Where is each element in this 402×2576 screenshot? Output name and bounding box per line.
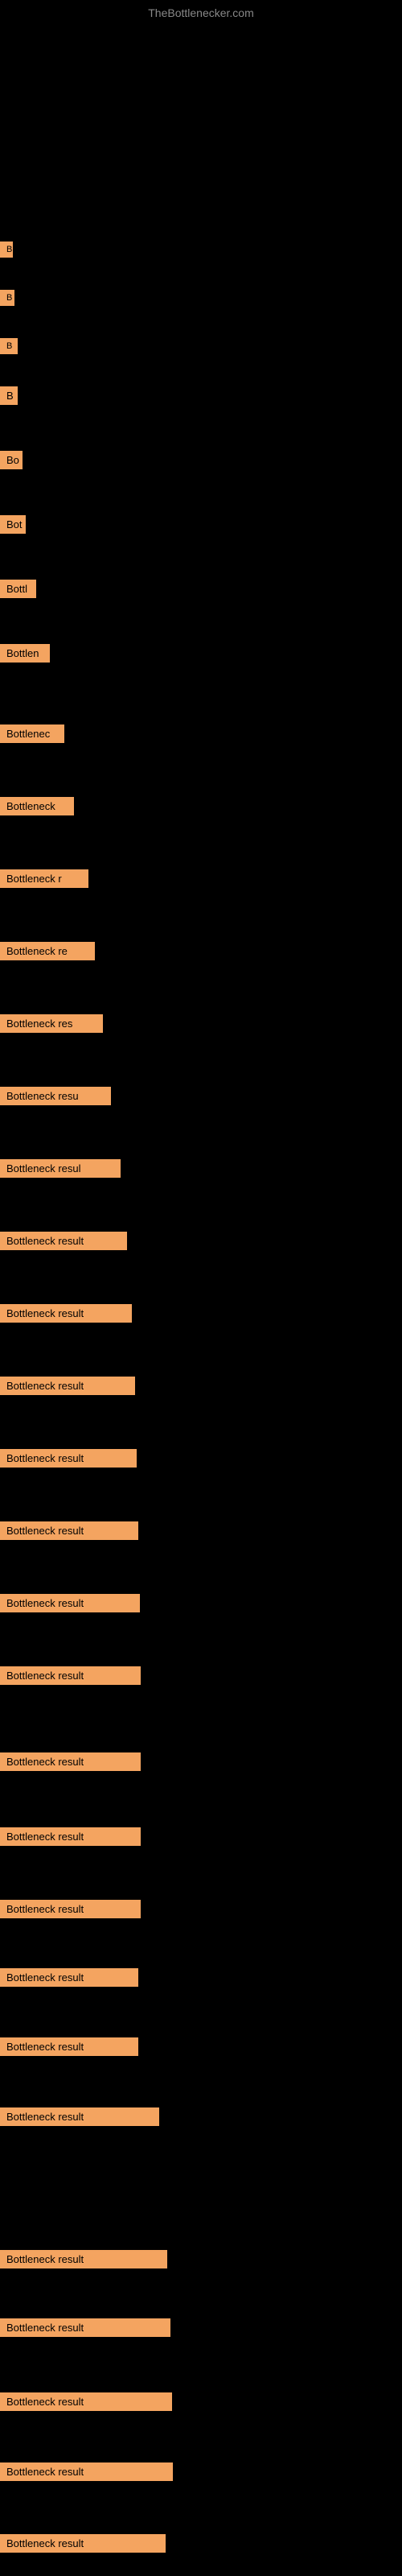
bottleneck-label-122: Bottleneck result [0, 1968, 138, 1987]
bottleneck-label-108: Bottleneck r [0, 869, 88, 888]
bottleneck-label-8: Bottleneck result [0, 2534, 166, 2553]
bottleneck-label-201: B [0, 242, 13, 258]
bottleneck-label-105: Bottlen [0, 644, 50, 663]
bottleneck-label-107: Bottleneck [0, 797, 74, 815]
bottleneck-label-1: Bottleneck result [0, 1752, 141, 1771]
bottleneck-label-109: Bottleneck re [0, 942, 95, 960]
bottleneck-label-4: Bottleneck result [0, 2250, 167, 2268]
bottleneck-label-6: Bottleneck result [0, 2392, 172, 2411]
bottleneck-label-111: Bottleneck resu [0, 1087, 111, 1105]
bottleneck-label-112: Bottleneck resul [0, 1159, 121, 1178]
bottleneck-label-106: Bottlenec [0, 724, 64, 743]
bottleneck-label-117: Bottleneck result [0, 1521, 138, 1540]
bottleneck-label-116: Bottleneck result [0, 1449, 137, 1468]
bottleneck-label-110: Bottleneck res [0, 1014, 103, 1033]
bottleneck-label-2: Bottleneck result [0, 2037, 138, 2056]
bottleneck-label-102: Bo [0, 451, 23, 469]
bottleneck-label-103: Bot [0, 515, 26, 534]
bottleneck-label-121: Bottleneck result [0, 1900, 141, 1918]
bottleneck-label-202: B [0, 290, 14, 306]
bottleneck-label-115: Bottleneck result [0, 1377, 135, 1395]
site-title: TheBottlenecker.com [0, 0, 402, 26]
bottleneck-label-113: Bottleneck result [0, 1232, 127, 1250]
bottleneck-label-7: Bottleneck result [0, 2462, 173, 2481]
bottleneck-label-3: Bottleneck result [0, 2107, 159, 2126]
bottleneck-label-5: Bottleneck result [0, 2318, 170, 2337]
bottleneck-label-101: B [0, 386, 18, 405]
bottleneck-label-203: B [0, 338, 18, 354]
bottleneck-label-119: Bottleneck result [0, 1666, 141, 1685]
bottleneck-label-118: Bottleneck result [0, 1594, 140, 1612]
bottleneck-label-120: Bottleneck result [0, 1827, 141, 1846]
bottleneck-label-114: Bottleneck result [0, 1304, 132, 1323]
bottleneck-label-104: Bottl [0, 580, 36, 598]
